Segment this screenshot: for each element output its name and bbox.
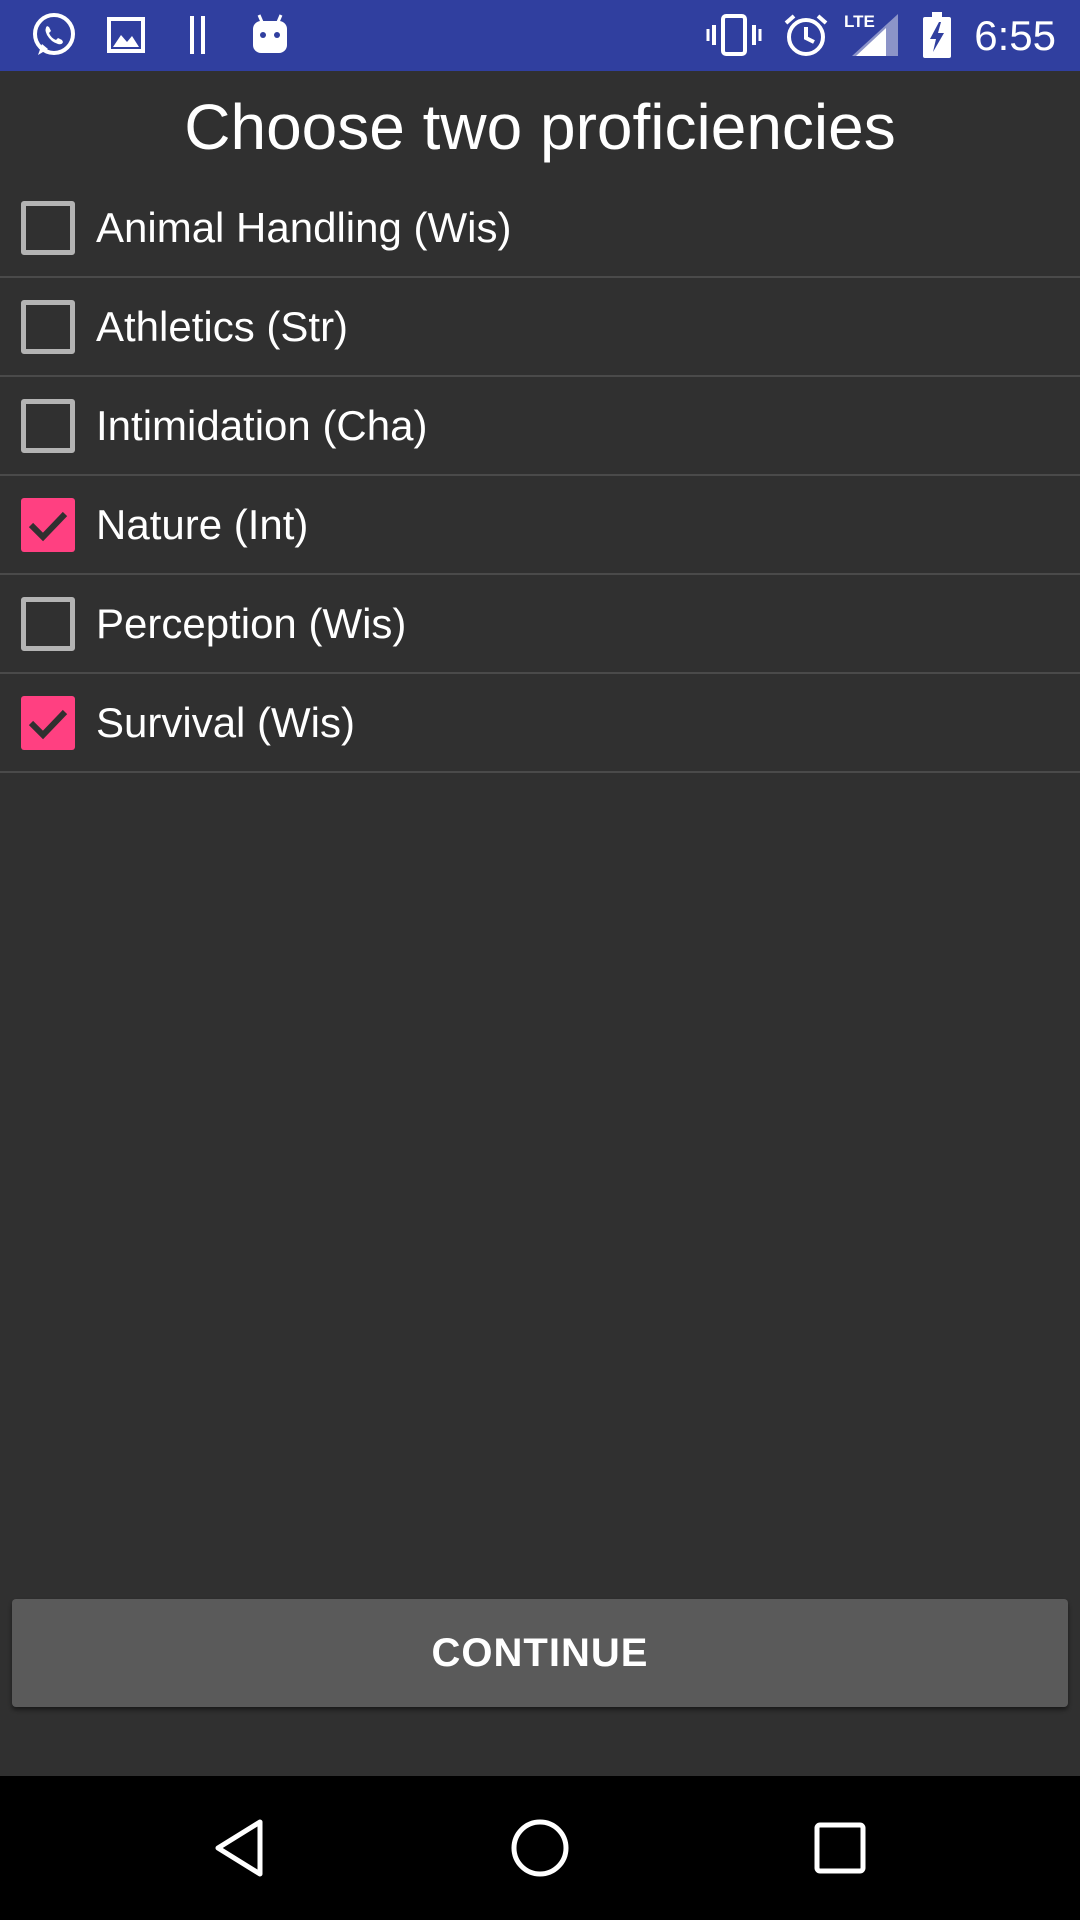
navigation-bar [0, 1776, 1080, 1920]
home-icon[interactable] [500, 1812, 580, 1884]
alarm-icon [782, 12, 830, 58]
proficiency-label: Animal Handling (Wis) [96, 203, 512, 251]
proficiency-label: Survival (Wis) [96, 698, 355, 746]
recents-icon[interactable] [800, 1812, 880, 1884]
proficiency-row-intimidation[interactable]: Intimidation (Cha) [0, 377, 1080, 476]
checkbox[interactable] [21, 596, 75, 651]
checkbox[interactable] [21, 497, 75, 552]
checkmark-icon [28, 709, 68, 739]
pause-bars-icon [186, 12, 210, 58]
status-bar: LTE 6:55 [0, 0, 1080, 71]
network-type-label: LTE [844, 12, 875, 31]
lte-signal-icon: LTE [842, 12, 900, 58]
checkbox[interactable] [21, 398, 75, 453]
proficiency-row-animal-handling[interactable]: Animal Handling (Wis) [0, 179, 1080, 278]
back-icon[interactable] [200, 1812, 280, 1884]
status-clock: 6:55 [974, 12, 1056, 59]
proficiency-row-survival[interactable]: Survival (Wis) [0, 674, 1080, 773]
checkmark-icon [28, 511, 68, 541]
app-content: Choose two proficiencies Animal Handling… [0, 71, 1080, 1776]
proficiency-list: Animal Handling (Wis) Athletics (Str) In… [0, 179, 1080, 773]
page-title: Choose two proficiencies [184, 91, 896, 163]
proficiency-label: Nature (Int) [96, 500, 309, 548]
checkbox[interactable] [21, 299, 75, 354]
continue-button[interactable]: CONTINUE [12, 1599, 1068, 1707]
proficiency-label: Perception (Wis) [96, 599, 407, 647]
image-icon [106, 12, 146, 58]
vibrate-icon [706, 12, 762, 58]
proficiency-label: Intimidation (Cha) [96, 401, 428, 449]
checkbox[interactable] [21, 200, 75, 255]
proficiency-row-perception[interactable]: Perception (Wis) [0, 575, 1080, 674]
checkbox[interactable] [21, 695, 75, 750]
proficiency-row-athletics[interactable]: Athletics (Str) [0, 278, 1080, 377]
proficiency-row-nature[interactable]: Nature (Int) [0, 476, 1080, 575]
android-icon [250, 12, 290, 58]
battery-charging-icon [920, 12, 954, 58]
proficiency-label: Athletics (Str) [96, 302, 349, 350]
whatsapp-icon [28, 12, 80, 58]
